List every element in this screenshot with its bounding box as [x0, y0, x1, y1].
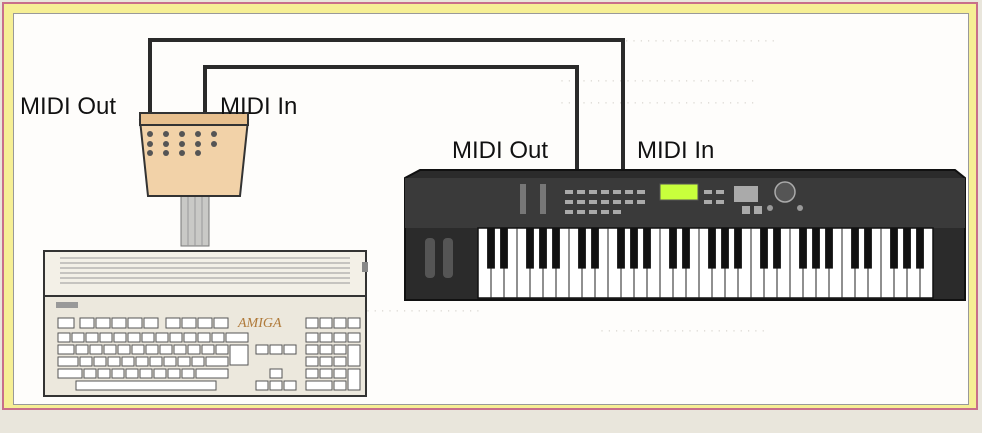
black-key [773, 228, 781, 269]
black-key [825, 228, 833, 269]
black-key [708, 228, 716, 269]
interface-midi-out-label: MIDI Out [20, 93, 117, 120]
serial-ribbon-cable [180, 195, 210, 247]
interface-midi-in-label: MIDI In [220, 93, 298, 120]
black-key [643, 228, 651, 269]
black-key [760, 228, 768, 269]
power-led [56, 302, 78, 308]
black-key [812, 228, 820, 269]
midi-interface-box [138, 112, 250, 197]
amiga-logo: AMIGA [237, 316, 282, 331]
mod-wheel [443, 238, 453, 278]
black-key [799, 228, 807, 269]
black-key [903, 228, 911, 269]
black-key [916, 228, 924, 269]
pitch-wheel [425, 238, 435, 278]
black-key [526, 228, 534, 269]
black-key [539, 228, 547, 269]
black-key [682, 228, 690, 269]
black-key [617, 228, 625, 269]
black-key [630, 228, 638, 269]
black-key [487, 228, 495, 269]
keyboard-midi-in-label: MIDI In [637, 137, 715, 164]
black-key [669, 228, 677, 269]
diagram-drawing: AMIGA [43, 38, 966, 397]
data-dial [774, 181, 796, 203]
black-key [864, 228, 872, 269]
black-key [734, 228, 742, 269]
black-key [721, 228, 729, 269]
black-key [851, 228, 859, 269]
black-key [500, 228, 508, 269]
keyboard-midi-out-label: MIDI Out [452, 137, 549, 164]
midi-keyboard [404, 169, 966, 301]
diagram: · · · · · · · · · · · · · · · · · · · · … [0, 0, 982, 433]
black-key [578, 228, 586, 269]
black-key [591, 228, 599, 269]
lcd-display [659, 183, 699, 201]
black-key [890, 228, 898, 269]
amiga-computer: AMIGA [43, 250, 368, 397]
black-key [552, 228, 560, 269]
